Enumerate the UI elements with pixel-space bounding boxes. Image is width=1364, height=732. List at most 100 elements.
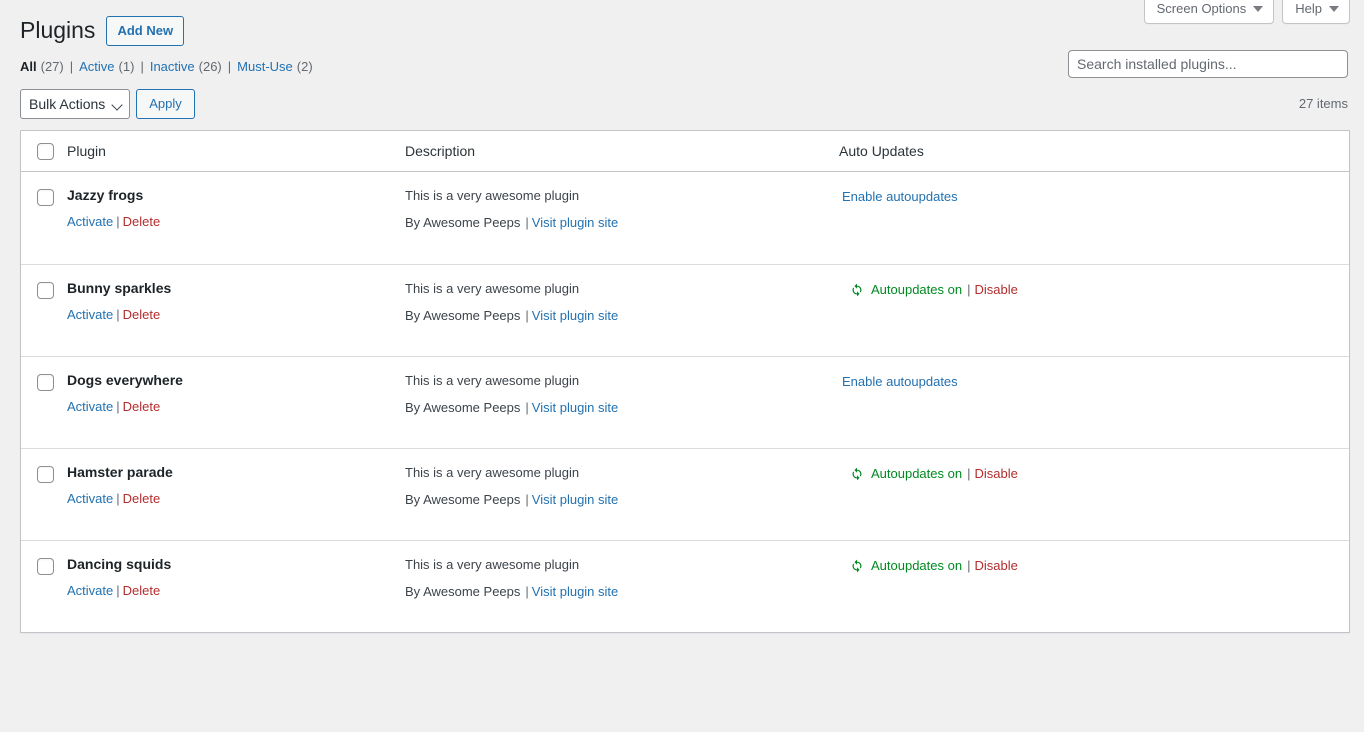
autoupdates-separator: | <box>967 281 971 297</box>
row-select-cell <box>21 355 67 448</box>
row-actions: Activate | Delete <box>67 212 405 232</box>
autoupdates-on-group: Autoupdates on | Disable <box>839 463 1349 484</box>
filter-link-inactive[interactable]: Inactive <box>150 54 195 80</box>
activate-link[interactable]: Activate <box>67 214 113 229</box>
filter-item: Must-Use (2) <box>237 54 313 80</box>
table-head: Plugin Description Auto Updates <box>21 130 1349 172</box>
action-separator: | <box>116 214 120 230</box>
update-sync-icon <box>849 282 865 298</box>
plugin-meta: By Awesome Peeps | Visit plugin site <box>405 490 839 510</box>
plugin-description: This is a very awesome plugin <box>405 372 580 388</box>
filter-link-all[interactable]: All <box>20 54 37 80</box>
activate-link[interactable]: Activate <box>67 307 113 322</box>
row-checkbox[interactable] <box>37 373 54 391</box>
filter-count: (27) <box>40 58 64 74</box>
chevron-down-icon <box>111 99 123 111</box>
plugin-name-cell: Hamster parade Activate | Delete <box>67 447 405 540</box>
table-row: Bunny sparkles Activate | Delete This is a v… <box>21 263 1349 356</box>
row-checkbox[interactable] <box>37 557 54 575</box>
bulk-actions-select[interactable]: Bulk Actions <box>20 88 131 119</box>
plugin-meta: By Awesome Peeps | Visit plugin site <box>405 582 839 602</box>
row-select-cell <box>21 447 67 540</box>
row-actions: Activate | Delete <box>67 581 405 601</box>
column-header-description: Description <box>405 130 839 172</box>
select-all-header <box>21 130 67 172</box>
add-new-plugin-button[interactable]: Add New <box>106 16 185 46</box>
activate-link[interactable]: Activate <box>67 583 113 598</box>
table-row: Dogs everywhere Activate | Delete This is a … <box>21 355 1349 448</box>
visit-plugin-site-link[interactable]: Visit plugin site <box>532 308 618 323</box>
plugin-author: By Awesome Peeps <box>405 584 521 600</box>
filter-item: Inactive (26) | <box>150 54 237 80</box>
meta-separator: | <box>525 308 529 324</box>
select-all-checkbox[interactable] <box>37 142 54 160</box>
plugin-description: This is a very awesome plugin <box>405 280 580 296</box>
enable-autoupdates-link[interactable]: Enable autoupdates <box>842 187 958 207</box>
action-separator: | <box>116 399 120 415</box>
plugin-meta: By Awesome Peeps | Visit plugin site <box>405 398 839 418</box>
filter-item: All (27) | <box>20 54 79 80</box>
meta-separator: | <box>525 215 529 231</box>
apply-button[interactable]: Apply <box>136 88 195 119</box>
visit-plugin-site-link[interactable]: Visit plugin site <box>532 492 618 507</box>
activate-link[interactable]: Activate <box>67 491 113 506</box>
plugin-meta: By Awesome Peeps | Visit plugin site <box>405 306 839 326</box>
plugin-description: This is a very awesome plugin <box>405 556 580 572</box>
disable-autoupdates-link[interactable]: Disable <box>974 556 1017 576</box>
plugin-title: Bunny sparkles <box>67 279 172 296</box>
enable-autoupdates-link[interactable]: Enable autoupdates <box>842 372 958 392</box>
row-checkbox[interactable] <box>37 188 54 206</box>
row-actions: Activate | Delete <box>67 305 405 325</box>
search-input[interactable] <box>1068 50 1348 78</box>
plugin-description-cell: This is a very awesome plugin By Awesome … <box>405 539 839 632</box>
bulk-actions-label: Bulk Actions <box>29 95 106 112</box>
page-title: Plugins <box>20 17 96 44</box>
visit-plugin-site-link[interactable]: Visit plugin site <box>532 584 618 599</box>
table-row: Jazzy frogs Activate | Delete This is a very… <box>21 172 1349 264</box>
disable-autoupdates-link[interactable]: Disable <box>974 464 1017 484</box>
plugin-description: This is a very awesome plugin <box>405 464 580 480</box>
row-select-cell <box>21 539 67 632</box>
autoupdates-on-group: Autoupdates on | Disable <box>839 555 1349 576</box>
autoupdates-off-group: Enable autoupdates <box>839 371 1349 392</box>
delete-link[interactable]: Delete <box>123 399 161 414</box>
action-separator: | <box>116 491 120 507</box>
plugin-name-cell: Jazzy frogs Activate | Delete <box>67 172 405 264</box>
meta-separator: | <box>525 400 529 416</box>
table-header-row: Plugin Description Auto Updates <box>21 130 1349 172</box>
delete-link[interactable]: Delete <box>123 491 161 506</box>
search-box <box>1068 50 1348 78</box>
plugin-meta: By Awesome Peeps | Visit plugin site <box>405 213 839 233</box>
filter-item: Active (1) | <box>79 54 150 80</box>
filter-link-active[interactable]: Active <box>79 54 114 80</box>
help-button[interactable]: Help <box>1282 0 1350 24</box>
screen-options-button[interactable]: Screen Options <box>1143 0 1275 24</box>
delete-link[interactable]: Delete <box>123 307 161 322</box>
table-nav-top: Bulk Actions Apply 27 items <box>20 88 1348 119</box>
filter-count: (2) <box>296 58 313 74</box>
plugin-description-cell: This is a very awesome plugin By Awesome … <box>405 447 839 540</box>
plugins-page: Plugins Add New All(27)|Active(1)|Inacti… <box>0 0 1364 633</box>
visit-plugin-site-link[interactable]: Visit plugin site <box>532 215 618 230</box>
column-header-plugin: Plugin <box>67 130 405 172</box>
row-checkbox[interactable] <box>37 281 54 299</box>
row-checkbox[interactable] <box>37 465 54 483</box>
filter-link-must-use[interactable]: Must-Use <box>237 54 293 80</box>
delete-link[interactable]: Delete <box>123 583 161 598</box>
plugin-description-cell: This is a very awesome plugin By Awesome … <box>405 355 839 448</box>
row-actions: Activate | Delete <box>67 489 405 509</box>
autoupdates-off-group: Enable autoupdates <box>839 186 1349 207</box>
visit-plugin-site-link[interactable]: Visit plugin site <box>532 400 618 415</box>
disable-autoupdates-link[interactable]: Disable <box>974 280 1017 300</box>
plugin-author: By Awesome Peeps <box>405 400 521 416</box>
autoupdates-on-label: Autoupdates on <box>871 281 963 297</box>
autoupdates-separator: | <box>967 465 971 481</box>
table-row: Hamster parade Activate | Delete This is a v… <box>21 447 1349 540</box>
plugin-author: By Awesome Peeps <box>405 308 521 324</box>
displaying-num: 27 items <box>1298 95 1348 111</box>
activate-link[interactable]: Activate <box>67 399 113 414</box>
delete-link[interactable]: Delete <box>123 214 161 229</box>
plugin-author: By Awesome Peeps <box>405 215 521 231</box>
autoupdates-on-label: Autoupdates on <box>871 557 963 573</box>
chevron-down-icon <box>1329 6 1339 12</box>
